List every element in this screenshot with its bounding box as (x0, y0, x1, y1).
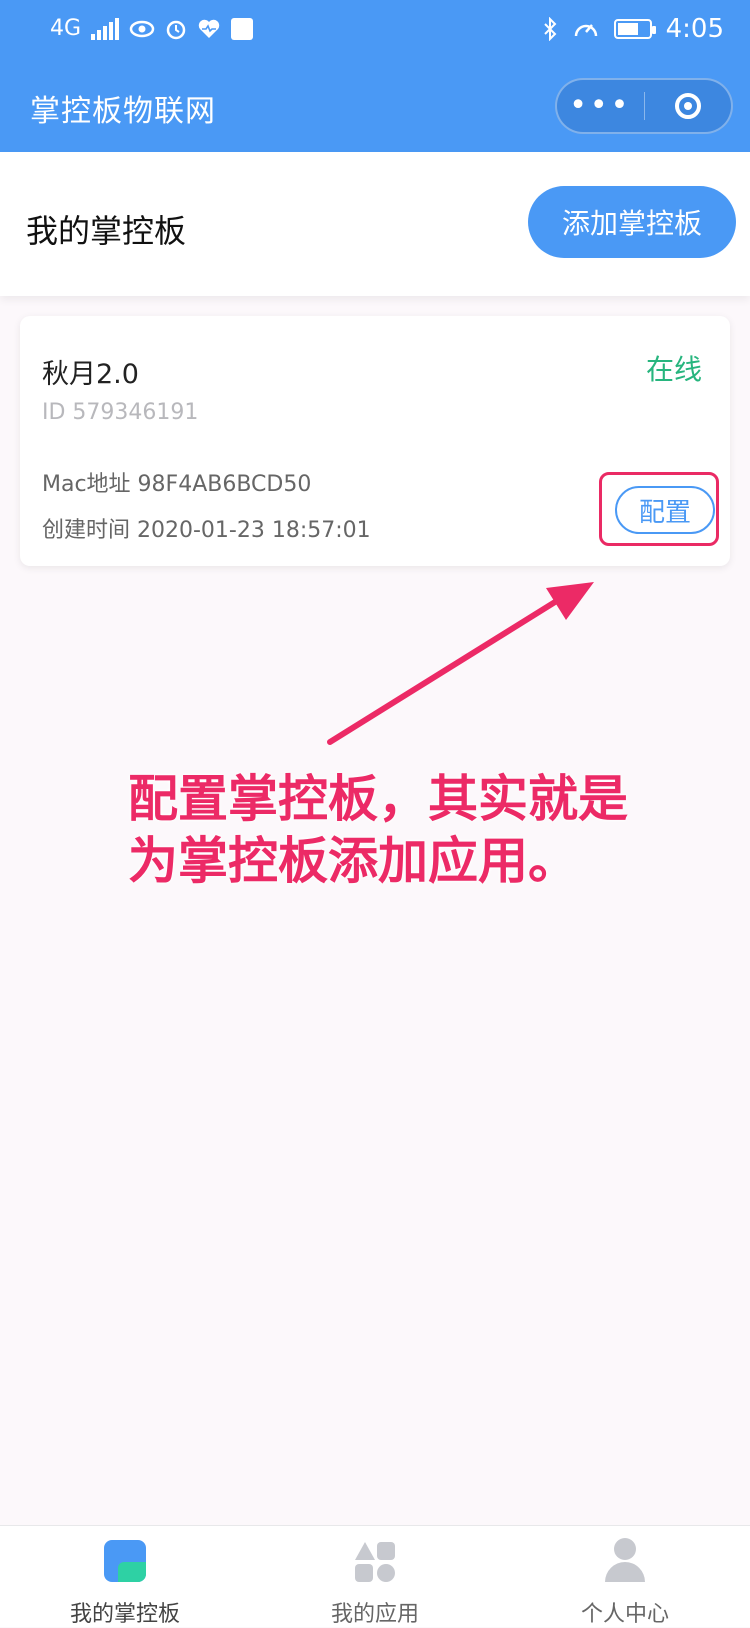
tab-label: 个人中心 (580, 1602, 669, 1627)
tab-my-apps[interactable]: 我的应用 (250, 1526, 500, 1627)
annotation-arrow-icon (327, 582, 594, 745)
annotation-text: 配置掌控板，其实就是 为掌控板添加应用。 (128, 768, 688, 892)
tab-profile[interactable]: 个人中心 (500, 1526, 750, 1627)
apps-icon (353, 1540, 397, 1584)
tab-label: 我的应用 (330, 1602, 419, 1627)
user-icon (603, 1538, 647, 1584)
tab-my-boards[interactable]: 我的掌控板 (0, 1526, 250, 1627)
annotation-line-2: 为掌控板添加应用。 (128, 832, 578, 890)
annotation-line-1: 配置掌控板，其实就是 (128, 770, 628, 828)
tab-bar: 我的掌控板 我的应用 个人中心 (0, 1525, 750, 1627)
tab-label: 我的掌控板 (69, 1602, 180, 1627)
board-icon (104, 1540, 146, 1582)
